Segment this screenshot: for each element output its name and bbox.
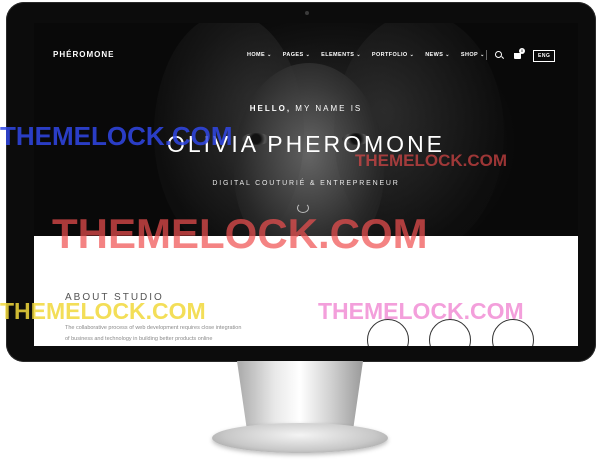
nav-label: HOME: [247, 52, 266, 58]
about-section: ABOUT STUDIO The collaborative process o…: [34, 236, 578, 346]
about-text: The collaborative process of web develop…: [65, 323, 327, 345]
chevron-down-icon: ⌄: [267, 52, 272, 58]
about-title: ABOUT STUDIO: [65, 292, 164, 303]
feature-circle[interactable]: [367, 319, 409, 346]
nav-item-pages[interactable]: PAGES ⌄: [283, 52, 310, 58]
monitor-stand-neck: [237, 361, 363, 431]
chevron-down-icon: ⌄: [409, 52, 415, 58]
nav-item-elements[interactable]: ELEMENTS ⌄: [321, 52, 361, 58]
nav-label: PORTFOLIO: [371, 52, 408, 58]
hero-greeting: HELLO, MY NAME IS: [34, 104, 578, 113]
nav-item-home[interactable]: HOME ⌄: [247, 52, 272, 58]
monitor-bezel: PHÉROMONE HOME ⌄ PAGES ⌄ ELEMENTS ⌄ PORTFOL…: [6, 2, 596, 362]
hero-greeting-rest: MY NAME IS: [291, 104, 363, 113]
monitor-screen: PHÉROMONE HOME ⌄ PAGES ⌄ ELEMENTS ⌄ PORTFOL…: [34, 23, 578, 346]
cart-count-badge: 0: [519, 48, 525, 54]
monitor-stand-base: [212, 423, 388, 453]
nav-label: ELEMENTS: [321, 52, 355, 58]
hero-portrait: [234, 63, 384, 263]
chevron-down-icon: ⌄: [480, 52, 485, 58]
site-logo[interactable]: PHÉROMONE: [53, 50, 114, 59]
chevron-down-icon: ⌄: [305, 52, 311, 58]
feature-circle[interactable]: [492, 319, 534, 346]
chevron-down-icon: ⌄: [356, 52, 361, 58]
search-icon[interactable]: [495, 51, 502, 58]
nav-item-news[interactable]: NEWS ⌄: [425, 52, 450, 58]
hero-name: OLIVIA PHEROMONE: [166, 131, 446, 157]
feature-circle[interactable]: [429, 319, 471, 346]
webcam-dot: [305, 11, 309, 15]
nav-label: SHOP: [460, 52, 479, 58]
nav-item-portfolio[interactable]: PORTFOLIO ⌄: [372, 52, 414, 58]
hero-tagline: DIGITAL COUTURIÉ & ENTREPRENEUR: [212, 180, 400, 187]
cart-icon[interactable]: [514, 53, 521, 59]
nav-label: PAGES: [282, 52, 304, 58]
language-selector[interactable]: ENG: [533, 50, 556, 62]
nav-divider: [486, 50, 487, 60]
nav-label: NEWS: [425, 52, 444, 58]
main-nav: HOME ⌄ PAGES ⌄ ELEMENTS ⌄ PORTFOLIO ⌄ NEWS ⌄ …: [247, 52, 485, 58]
portrait-nose-ring: [297, 203, 309, 213]
nav-item-shop[interactable]: SHOP ⌄: [461, 52, 485, 58]
chevron-down-icon: ⌄: [445, 52, 450, 58]
hero-greeting-bold: HELLO,: [249, 104, 292, 113]
about-text-line: The collaborative process of web develop…: [65, 325, 242, 331]
about-text-line: of business and technology in building b…: [65, 336, 213, 342]
hero-section: PHÉROMONE HOME ⌄ PAGES ⌄ ELEMENTS ⌄ PORTFOL…: [34, 23, 578, 263]
